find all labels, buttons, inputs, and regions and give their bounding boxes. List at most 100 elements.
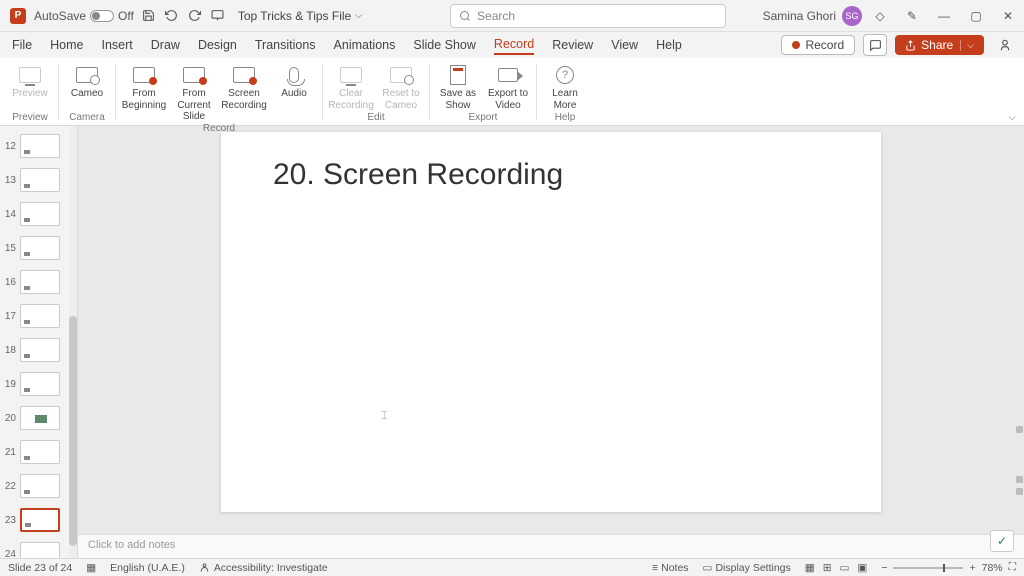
group-export-label: Export — [469, 112, 498, 125]
tab-animations[interactable]: Animations — [334, 36, 396, 54]
from-beginning-button[interactable]: From Beginning — [120, 62, 168, 123]
tab-view[interactable]: View — [611, 36, 638, 54]
thumbnail-slide-15[interactable] — [20, 236, 60, 260]
accessibility-button[interactable]: Accessibility: Investigate — [199, 562, 328, 574]
tab-home[interactable]: Home — [50, 36, 83, 54]
tab-transitions[interactable]: Transitions — [255, 36, 316, 54]
thumbnail-slide-19[interactable] — [20, 372, 60, 396]
share-button[interactable]: Share ⌵ — [895, 35, 984, 55]
zoom-value[interactable]: 78% — [982, 562, 1003, 574]
thumbnail-slide-23[interactable] — [20, 508, 60, 532]
search-placeholder: Search — [477, 9, 515, 23]
slideshow-view-icon[interactable]: ▣ — [857, 562, 867, 574]
filename-dropdown[interactable]: Top Tricks & Tips File ⌵ — [238, 9, 362, 23]
tab-slide-show[interactable]: Slide Show — [413, 36, 476, 54]
search-input[interactable]: Search — [450, 4, 726, 28]
tab-help[interactable]: Help — [656, 36, 682, 54]
scroll-down-icon[interactable] — [1016, 488, 1023, 495]
reading-view-icon[interactable]: ▭ — [840, 562, 850, 574]
group-edit-label: Edit — [367, 112, 384, 125]
maximize-button[interactable]: ▢ — [968, 9, 984, 23]
thumbnail-slide-13[interactable] — [20, 168, 60, 192]
audio-button[interactable]: Audio — [270, 62, 318, 123]
export-to-video-button[interactable]: Export to Video — [484, 62, 532, 111]
thumbnail-slide-17[interactable] — [20, 304, 60, 328]
pen-icon[interactable]: ✎ — [904, 9, 920, 23]
zoom-out-icon[interactable]: − — [881, 562, 887, 574]
scrollbar-thumb[interactable] — [69, 316, 77, 546]
comment-icon — [869, 39, 882, 52]
thumbnail-number: 24 — [2, 549, 16, 559]
undo-icon[interactable] — [165, 9, 178, 22]
notes-input[interactable]: Click to add notes — [78, 534, 1024, 558]
language-label[interactable]: English (U.A.E.) — [110, 562, 185, 574]
learn-more-label: Learn More — [541, 88, 589, 111]
preview-button: Preview — [6, 62, 54, 100]
thumbnail-slide-22[interactable] — [20, 474, 60, 498]
slide-thumbnails-panel: 12131415161718192021222324 — [0, 126, 78, 558]
thumbnail-slide-12[interactable] — [20, 134, 60, 158]
comments-button[interactable] — [863, 34, 887, 56]
thumbnail-number: 17 — [2, 311, 16, 322]
minimize-button[interactable]: — — [936, 9, 952, 23]
normal-view-icon[interactable]: ▦ — [805, 562, 815, 574]
ribbon: Preview Preview Cameo Camera From Beginn… — [0, 58, 1024, 126]
tab-design[interactable]: Design — [198, 36, 237, 54]
thumbnail-row: 22 — [2, 474, 71, 498]
tab-insert[interactable]: Insert — [102, 36, 133, 54]
scroll-up-icon[interactable] — [1016, 476, 1023, 483]
learn-more-button[interactable]: ? Learn More — [541, 62, 589, 111]
thumbnail-slide-18[interactable] — [20, 338, 60, 362]
screen-recording-button[interactable]: Screen Recording — [220, 62, 268, 123]
present-mode-icon[interactable] — [998, 38, 1012, 52]
thumbnail-row: 18 — [2, 338, 71, 362]
toggle-icon — [90, 10, 114, 22]
record-button[interactable]: Record — [781, 35, 855, 55]
zoom-in-icon[interactable]: + — [969, 562, 975, 574]
redo-icon[interactable] — [188, 9, 201, 22]
tab-draw[interactable]: Draw — [151, 36, 180, 54]
slide-title[interactable]: 20. Screen Recording — [273, 158, 563, 192]
thumbnails-scrollbar[interactable] — [69, 126, 77, 558]
thumbnail-slide-16[interactable] — [20, 270, 60, 294]
thumbnail-slide-20[interactable] — [20, 406, 60, 430]
thumbnail-slide-21[interactable] — [20, 440, 60, 464]
sorter-view-icon[interactable]: ⊞ — [823, 562, 832, 574]
save-as-show-button[interactable]: Save as Show — [434, 62, 482, 111]
zoom-control[interactable]: − + 78% ⛶ — [881, 561, 1016, 574]
user-account[interactable]: Samina Ghori SG — [763, 6, 862, 26]
canvas-scrollbar[interactable] — [1014, 126, 1024, 558]
thumbnail-number: 19 — [2, 379, 16, 390]
slide-info[interactable]: Slide 23 of 24 — [8, 562, 72, 574]
cameo-button[interactable]: Cameo — [63, 62, 111, 100]
collapse-ribbon-icon[interactable]: ⌵ — [1008, 112, 1016, 123]
thumbnail-slide-24[interactable] — [20, 542, 60, 558]
confirm-button[interactable]: ✓ — [990, 530, 1014, 552]
export-video-label: Export to Video — [484, 88, 532, 111]
save-icon[interactable] — [142, 9, 155, 22]
autosave-toggle[interactable]: AutoSave Off — [34, 9, 134, 23]
display-settings[interactable]: ▭ Display Settings — [703, 562, 791, 574]
tab-file[interactable]: File — [12, 36, 32, 54]
tab-record[interactable]: Record — [494, 35, 534, 55]
menu-bar: File Home Insert Draw Design Transitions Anima… — [0, 32, 1024, 58]
title-bar: P AutoSave Off Top Tricks & Tips File ⌵ … — [0, 0, 1024, 32]
accessibility-label: Accessibility: Investigate — [214, 562, 328, 574]
slide-canvas[interactable]: 20. Screen Recording ⌶ — [221, 132, 881, 512]
fit-window-icon[interactable]: ⛶ — [1009, 561, 1016, 574]
close-button[interactable]: ✕ — [1000, 9, 1016, 23]
from-current-slide-button[interactable]: From Current Slide — [170, 62, 218, 123]
app-icon: P — [10, 8, 26, 24]
zoom-slider[interactable] — [893, 567, 963, 569]
thumbnail-row: 24 — [2, 542, 71, 558]
record-label: Record — [805, 38, 844, 52]
window-controls: ◇ ✎ — ▢ ✕ — [872, 9, 1016, 23]
tab-review[interactable]: Review — [552, 36, 593, 54]
present-icon[interactable] — [211, 9, 224, 22]
thumbnail-slide-14[interactable] — [20, 202, 60, 226]
preview-label: Preview — [12, 88, 48, 100]
thumbnail-row: 21 — [2, 440, 71, 464]
notes-toggle[interactable]: ≡ Notes — [652, 562, 689, 574]
record-dot-icon — [792, 41, 800, 49]
diamond-icon[interactable]: ◇ — [872, 9, 888, 23]
